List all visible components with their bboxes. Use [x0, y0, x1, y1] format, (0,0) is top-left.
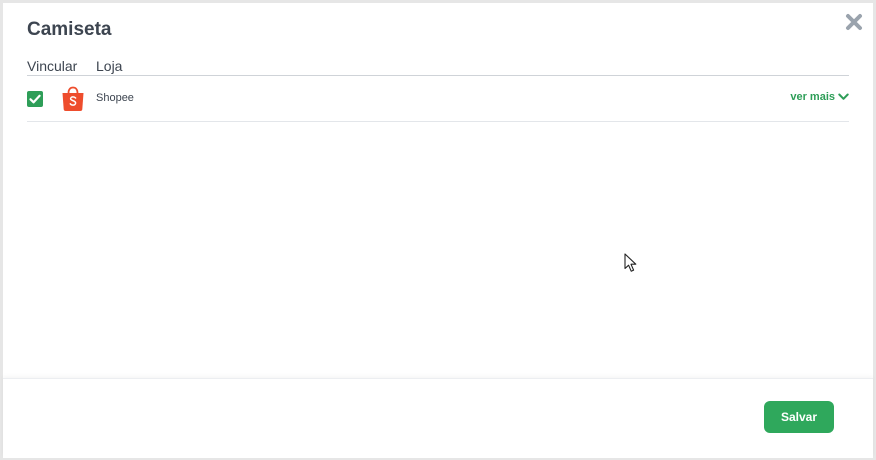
chevron-down-icon[interactable] — [838, 93, 849, 101]
checkmark-icon — [29, 94, 41, 104]
modal-footer: Salvar — [3, 378, 873, 458]
close-button[interactable] — [845, 13, 863, 31]
save-button[interactable]: Salvar — [764, 401, 834, 433]
close-icon[interactable] — [845, 13, 863, 31]
modal-title: Camiseta — [27, 19, 112, 40]
ver-mais-label[interactable]: ver mais — [790, 91, 835, 103]
table-header: Vincular Loja — [27, 58, 849, 76]
header-loja: Loja — [96, 58, 123, 74]
shopee-bag-icon — [61, 86, 85, 112]
vincular-checkbox[interactable] — [27, 91, 43, 107]
store-name: Shopee — [96, 92, 134, 104]
table-row-shopee: Shopee ver mais — [27, 76, 849, 122]
header-vincular: Vincular — [27, 58, 78, 74]
product-modal: Camiseta Vincular Loja Shopee ver mais S… — [3, 3, 873, 458]
mouse-pointer-icon — [624, 253, 637, 272]
ver-mais-link[interactable]: ver mais — [790, 91, 849, 103]
